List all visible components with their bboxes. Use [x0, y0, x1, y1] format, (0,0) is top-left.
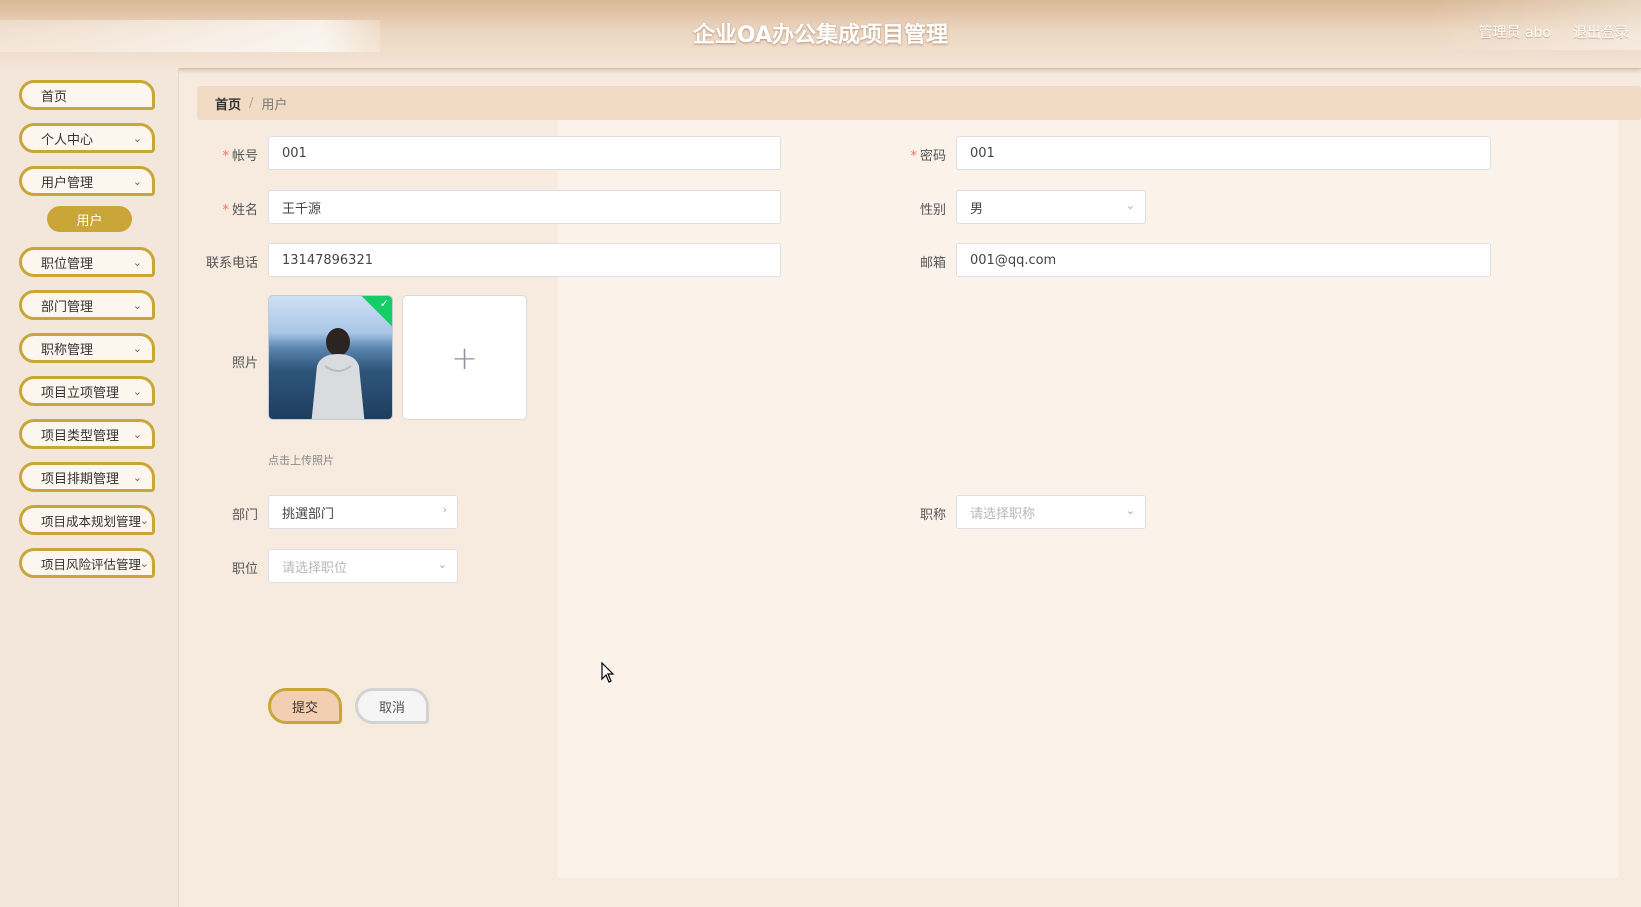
sidebar-subitem-user[interactable]: 用户 — [47, 206, 132, 232]
chevron-down-icon: ⌄ — [132, 471, 142, 484]
sidebar-item-title-management[interactable]: 职称管理 ⌄ — [19, 333, 155, 363]
sidebar-item-label: 项目类型管理 — [41, 428, 120, 444]
phone-input[interactable] — [268, 243, 781, 277]
password-input[interactable] — [956, 136, 1491, 170]
sidebar-item-label: 部门管理 — [41, 299, 94, 315]
photo-upload-button[interactable]: + — [402, 295, 527, 420]
breadcrumb: 首页 / 用户 — [197, 86, 1641, 120]
chevron-down-icon: ⌄ — [139, 557, 149, 570]
sidebar: 首页 个人中心 ⌄ 用户管理 ⌄ 用户 职位管理 ⌄ 部门管理 ⌄ 职称管理 ⌄… — [0, 68, 179, 907]
chevron-down-icon: ⌄ — [139, 514, 149, 527]
sidebar-item-project-type[interactable]: 项目类型管理 ⌄ — [19, 419, 155, 449]
main-content: 首页 / 用户 *帐号 *密码 *姓名 性别 男 ⌄ 联系电话 邮箱 照片 ✓ … — [178, 68, 1641, 907]
gender-label: 性别 — [919, 203, 946, 218]
chevron-down-icon: ⌄ — [132, 175, 142, 188]
chevron-down-icon: ⌄ — [1125, 504, 1135, 517]
phone-label: 联系电话 — [205, 256, 258, 271]
current-user-label[interactable]: 管理员 abo — [1479, 22, 1551, 42]
user-area: 管理员 abo 退出登录 — [1479, 22, 1629, 42]
title-rank-placeholder: 请选择职称 — [970, 506, 1036, 522]
app-title: 企业OA办公集成项目管理 — [692, 23, 949, 48]
cancel-button[interactable]: 取消 — [355, 688, 429, 724]
sidebar-item-label: 个人中心 — [41, 132, 94, 148]
breadcrumb-separator: / — [249, 95, 254, 111]
required-mark: * — [910, 149, 917, 164]
photo-label: 照片 — [231, 356, 258, 371]
chevron-down-icon: ⌄ — [132, 342, 142, 355]
gender-select-value: 男 — [970, 201, 984, 217]
logout-button[interactable]: 退出登录 — [1573, 22, 1629, 42]
sidebar-item-label: 用户管理 — [41, 175, 94, 191]
sidebar-item-position-management[interactable]: 职位管理 ⌄ — [19, 247, 155, 277]
submit-button[interactable]: 提交 — [268, 688, 342, 724]
required-mark: * — [222, 149, 229, 164]
required-mark: * — [222, 203, 229, 218]
position-label: 职位 — [231, 562, 258, 577]
position-placeholder: 请选择职位 — [282, 560, 348, 576]
department-select-value: 挑選部门 — [282, 506, 335, 522]
chevron-down-icon: ⌄ — [132, 428, 142, 441]
chevron-down-icon: ⌄ — [132, 385, 142, 398]
position-select[interactable]: 请选择职位 ⌄ — [268, 549, 458, 583]
sidebar-item-label: 项目立项管理 — [41, 385, 120, 401]
department-cascader[interactable]: 挑選部门 › — [268, 495, 458, 529]
title-rank-select[interactable]: 请选择职称 ⌄ — [956, 495, 1146, 529]
sidebar-item-label: 项目风险评估管理 — [41, 556, 142, 572]
account-input[interactable] — [268, 136, 781, 170]
person-silhouette-icon — [311, 328, 365, 419]
photo-upload-hint: 点击上传照片 — [268, 454, 334, 467]
sidebar-item-user-management[interactable]: 用户管理 ⌄ — [19, 166, 155, 196]
breadcrumb-home[interactable]: 首页 — [215, 94, 241, 113]
sidebar-item-personal-center[interactable]: 个人中心 ⌄ — [19, 123, 155, 153]
top-header: 企业OA办公集成项目管理 管理员 abo 退出登录 — [0, 0, 1641, 69]
chevron-down-icon: ⌄ — [132, 299, 142, 312]
sidebar-item-label: 首页 — [41, 89, 68, 105]
sidebar-item-label: 职位管理 — [41, 256, 94, 272]
breadcrumb-current: 用户 — [261, 97, 288, 113]
chevron-right-icon: › — [442, 503, 447, 516]
password-label: * 密码 — [910, 149, 946, 164]
email-label: 邮箱 — [919, 256, 946, 271]
department-label: 部门 — [231, 508, 258, 523]
name-label: * 姓名 — [222, 203, 258, 218]
sidebar-item-department-management[interactable]: 部门管理 ⌄ — [19, 290, 155, 320]
sidebar-item-project-schedule[interactable]: 项目排期管理 ⌄ — [19, 462, 155, 492]
chevron-down-icon: ⌄ — [1125, 199, 1135, 212]
uploaded-photo-thumbnail[interactable]: ✓ — [268, 295, 393, 420]
account-label: * 帐号 — [222, 149, 258, 164]
sidebar-item-home[interactable]: 首页 — [19, 80, 155, 110]
mouse-cursor-icon — [601, 662, 615, 683]
chevron-down-icon: ⌄ — [132, 132, 142, 145]
sidebar-item-label: 项目成本规划管理 — [41, 513, 142, 529]
gender-select[interactable]: 男 ⌄ — [956, 190, 1146, 224]
check-icon: ✓ — [379, 297, 389, 310]
chevron-down-icon: ⌄ — [132, 256, 142, 269]
plus-icon: + — [451, 338, 478, 377]
chevron-down-icon: ⌄ — [437, 558, 447, 571]
name-input[interactable] — [268, 190, 781, 224]
sidebar-item-project-cost[interactable]: 项目成本规划管理 ⌄ — [19, 505, 155, 535]
email-input[interactable] — [956, 243, 1491, 277]
sidebar-item-project-initiation[interactable]: 项目立项管理 ⌄ — [19, 376, 155, 406]
title-rank-label: 职称 — [919, 508, 946, 523]
sidebar-item-project-risk[interactable]: 项目风险评估管理 ⌄ — [19, 548, 155, 578]
sidebar-item-label: 职称管理 — [41, 342, 94, 358]
sidebar-item-label: 项目排期管理 — [41, 471, 120, 487]
